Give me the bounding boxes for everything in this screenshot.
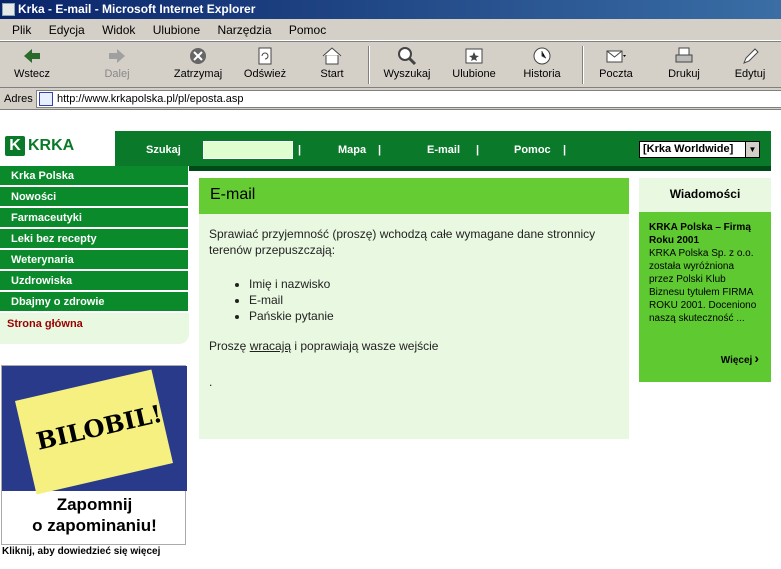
list-item: E-mail — [249, 292, 619, 308]
main-content: E-mail Sprawiać przyjemność (proszę) wch… — [199, 178, 629, 439]
news-text: KRKA Polska Sp. z o.o. została wyróżnion… — [649, 248, 757, 324]
menu-bar: Plik Edycja Widok Ulubione Narzędzia Pom… — [0, 19, 781, 41]
mail-button[interactable]: Poczta — [596, 46, 636, 86]
intro-text: Sprawiać przyjemność (proszę) wchodzą ca… — [209, 227, 596, 257]
sidebar-item-farmaceutyki[interactable]: Farmaceutyki — [0, 208, 189, 228]
home-icon — [321, 46, 343, 66]
menu-view[interactable]: Widok — [102, 23, 135, 37]
banner-image: BILOBIL! — [2, 366, 187, 495]
home-button[interactable]: Start — [312, 46, 352, 86]
print-button[interactable]: Drukuj — [664, 46, 704, 86]
search-button[interactable]: Wyszukaj — [380, 46, 434, 86]
nav-link-email[interactable]: E-mail — [427, 131, 460, 167]
news-box: Wiadomości KRKA Polska – Firmą Roku 2001… — [639, 178, 771, 382]
toolbar-separator — [368, 46, 370, 84]
history-icon — [531, 46, 553, 66]
address-label: Adres — [4, 93, 33, 105]
news-body: KRKA Polska – Firmą Roku 2001 KRKA Polsk… — [639, 212, 771, 334]
forward-arrow-icon — [106, 46, 128, 66]
stop-icon — [187, 46, 209, 66]
page-icon — [39, 92, 53, 106]
list-item: Pańskie pytanie — [249, 308, 619, 324]
toolbar: Wstecz Dalej Zatrzymaj Odśwież Start Wys… — [0, 41, 781, 88]
menu-tools[interactable]: Narzędzia — [217, 23, 271, 37]
sidebar-item-nowosci[interactable]: Nowości — [0, 187, 189, 207]
news-title: Wiadomości — [639, 178, 771, 212]
favorites-button[interactable]: Ulubione — [450, 46, 498, 86]
sidebar-home-link[interactable]: Strona główna — [0, 313, 189, 344]
back-text: Proszę wracają i poprawiają wasze wejści… — [209, 339, 439, 353]
sticky-note: BILOBIL! — [14, 369, 174, 495]
required-fields-list: Imię i nazwisko E-mail Pańskie pytanie — [249, 276, 619, 324]
sidebar: Krka Polska Nowości Farmaceutyki Leki be… — [0, 166, 189, 344]
menu-file[interactable]: Plik — [12, 23, 31, 37]
forward-button[interactable]: Dalej — [92, 46, 142, 86]
address-input[interactable]: http://www.krkapolska.pl/pl/eposta.asp — [36, 90, 781, 108]
stray-dot: . — [209, 375, 213, 389]
stop-button[interactable]: Zatrzymaj — [170, 46, 226, 86]
sidebar-item-leki-bez-recepty[interactable]: Leki bez recepty — [0, 229, 189, 249]
back-arrow-icon — [21, 46, 43, 66]
window-title-bar: Krka - E-mail - Microsoft Internet Explo… — [0, 0, 781, 19]
print-icon — [673, 46, 695, 66]
menu-help[interactable]: Pomoc — [289, 23, 326, 37]
chevron-down-icon: ▼ — [745, 142, 759, 157]
mail-icon — [605, 46, 627, 66]
nav-separator: | — [378, 144, 382, 156]
edit-icon — [739, 46, 761, 66]
bilobil-banner[interactable]: BILOBIL! Zapomnij o zapominaniu! — [1, 365, 187, 545]
ie-icon — [2, 3, 15, 16]
krka-logo-mark-icon: K — [5, 136, 25, 156]
search-label: Szukaj — [146, 144, 181, 156]
nav-separator: | — [476, 144, 480, 156]
address-bar: Adres http://www.krkapolska.pl/pl/eposta… — [0, 88, 781, 110]
sidebar-item-dbajmy-o-zdrowie[interactable]: Dbajmy o zdrowie — [0, 292, 189, 312]
nav-link-map[interactable]: Mapa — [338, 131, 366, 167]
history-button[interactable]: Historia — [522, 46, 562, 86]
sidebar-item-weterynaria[interactable]: Weterynaria — [0, 250, 189, 270]
worldwide-select[interactable]: [Krka Worldwide] ▼ — [639, 141, 760, 158]
toolbar-separator — [582, 46, 584, 84]
banner-slogan: Zapomnij o zapominaniu! — [32, 495, 157, 535]
nav-separator: | — [298, 144, 302, 156]
content-body: Sprawiać przyjemność (proszę) wchodzą ca… — [199, 214, 629, 402]
nav-separator: | — [563, 144, 567, 156]
site-search-input[interactable] — [203, 141, 293, 159]
menu-favorites[interactable]: Ulubione — [153, 23, 200, 37]
sidebar-item-uzdrowiska[interactable]: Uzdrowiska — [0, 271, 189, 291]
refresh-button[interactable]: Odśwież — [240, 46, 290, 86]
refresh-icon — [254, 46, 276, 66]
window-title: Krka - E-mail - Microsoft Internet Explo… — [18, 2, 256, 16]
page-title: E-mail — [199, 178, 629, 214]
krka-logo[interactable]: K KRKA — [5, 136, 74, 156]
web-page: K KRKA Szukaj | Mapa | E-mail | Pomoc | [… — [0, 111, 781, 569]
top-navigation: Szukaj | Mapa | E-mail | Pomoc | [Krka W… — [115, 131, 771, 167]
sidebar-item-krka-polska[interactable]: Krka Polska — [0, 166, 189, 186]
news-more-link[interactable]: Więcej — [721, 350, 759, 366]
edit-button[interactable]: Edytuj — [732, 46, 768, 86]
search-icon — [396, 46, 418, 66]
list-item: Imię i nazwisko — [249, 276, 619, 292]
news-headline[interactable]: KRKA Polska – Firmą Roku 2001 — [649, 221, 761, 247]
nav-link-help[interactable]: Pomoc — [514, 131, 551, 167]
back-link[interactable]: wracają — [250, 339, 291, 353]
back-button[interactable]: Wstecz — [6, 46, 58, 86]
favorites-icon — [463, 46, 485, 66]
banner-caption[interactable]: Kliknij, aby dowiedzieć się więcej — [2, 546, 160, 557]
address-url: http://www.krkapolska.pl/pl/eposta.asp — [57, 93, 244, 105]
menu-edit[interactable]: Edycja — [49, 23, 85, 37]
